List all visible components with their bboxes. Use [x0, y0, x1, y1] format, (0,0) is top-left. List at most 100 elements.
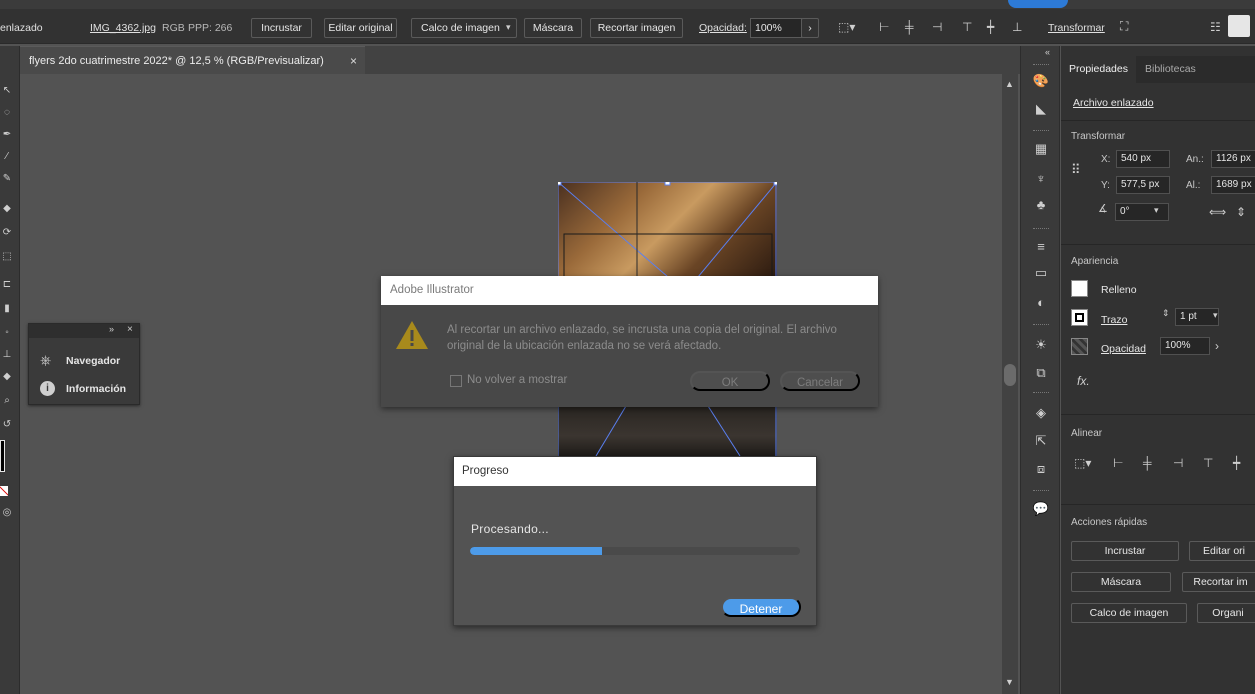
scroll-down-icon[interactable]: ▼ — [1005, 678, 1014, 687]
angle-dropdown-icon[interactable]: ▾ — [1154, 206, 1159, 215]
close-panel-icon[interactable]: × — [127, 325, 133, 335]
flip-horizontal-icon[interactable]: ⟺ — [1209, 206, 1226, 218]
linked-filename-link[interactable]: IMG_4362.jpg — [90, 22, 156, 34]
zoom-tool-icon[interactable]: ⌕ — [0, 394, 14, 408]
align-middle-icon[interactable]: ┿ — [987, 21, 994, 33]
align-top-icon[interactable]: ⊤ — [962, 21, 972, 33]
align-top-icon[interactable]: ⊤ — [1203, 457, 1213, 469]
tab-libraries[interactable]: Bibliotecas — [1137, 56, 1204, 83]
stroke-label[interactable]: Trazo — [1101, 314, 1127, 326]
opacity-label[interactable]: Opacidad — [1101, 343, 1146, 355]
opacity-chevron-icon[interactable]: › — [1215, 340, 1219, 352]
none-swatch[interactable] — [0, 486, 8, 496]
gradient-icon[interactable]: ▭ — [1031, 264, 1051, 282]
panel-item-info[interactable]: i Información — [29, 378, 139, 400]
quick-crop-button[interactable]: Recortar im — [1182, 572, 1255, 592]
tab-properties[interactable]: Propiedades — [1061, 56, 1136, 83]
rotate-tool-icon[interactable]: ⟳ — [0, 226, 14, 240]
fill-swatch[interactable] — [0, 440, 5, 472]
share-button[interactable] — [1008, 0, 1068, 8]
chevron-down-icon[interactable]: ▾ — [506, 23, 511, 32]
linked-image-top[interactable] — [558, 182, 777, 277]
layers-icon[interactable]: ◈ — [1031, 404, 1051, 422]
stroke-stepper-icon[interactable]: ⇕ — [1162, 309, 1170, 318]
transform-link[interactable]: Transformar — [1048, 22, 1105, 34]
appearance-icon[interactable]: ☀ — [1031, 336, 1051, 354]
panel-header[interactable]: » × — [29, 324, 139, 338]
quick-embed-button[interactable]: Incrustar — [1071, 541, 1179, 561]
artboard-tool-icon[interactable]: ⊥ — [0, 348, 14, 362]
transparency-icon[interactable]: ◐ — [1031, 294, 1051, 312]
expand-panels-icon[interactable]: « — [1045, 48, 1050, 57]
edit-original-button[interactable]: Editar original — [324, 18, 397, 38]
vertical-scrollbar[interactable]: ▲ ▼ — [1002, 74, 1018, 694]
image-trace-button[interactable]: Calco de imagen — [411, 18, 517, 38]
stroke-icon[interactable]: ≡ — [1031, 238, 1051, 256]
graphic-styles-icon[interactable]: ⧉ — [1031, 364, 1051, 382]
eraser-tool-icon[interactable]: ◆ — [0, 202, 14, 216]
shape-builder-tool-icon[interactable]: ⊏ — [0, 278, 14, 292]
x-field[interactable]: 540 px — [1116, 150, 1170, 168]
free-transform-tool-icon[interactable]: ⬚ — [0, 250, 14, 264]
align-vcenter-icon[interactable]: ┿ — [1233, 457, 1240, 469]
cancel-button[interactable]: Cancelar — [780, 371, 860, 391]
transform-options-icon[interactable]: ⛶ — [1120, 20, 1128, 32]
align-hcenter-icon[interactable]: ╪ — [1143, 457, 1152, 469]
crop-image-button[interactable]: Recortar imagen — [590, 18, 683, 38]
selection-tool-icon[interactable]: ↖ — [0, 84, 14, 98]
color-palette-icon[interactable]: 🎨 — [1031, 72, 1051, 90]
height-field[interactable]: 1689 px — [1211, 176, 1255, 194]
collapse-panel-icon[interactable]: » — [109, 325, 114, 334]
stop-button[interactable]: Detener — [721, 597, 801, 617]
scroll-up-icon[interactable]: ▲ — [1005, 80, 1014, 89]
stroke-dropdown-icon[interactable]: ▾ — [1213, 311, 1218, 320]
panel-item-navigator[interactable]: ⎈ Navegador — [29, 350, 139, 372]
comments-icon[interactable]: 💬 — [1031, 500, 1051, 518]
align-left-icon[interactable]: ⊢ — [1113, 457, 1123, 469]
fill-swatch[interactable] — [1071, 280, 1088, 297]
align-to-selection-icon[interactable]: ⬚▾ — [838, 21, 855, 33]
align-left-icon[interactable]: ⊢ — [879, 21, 889, 33]
width-field[interactable]: 1126 px — [1211, 150, 1255, 168]
stroke-swatch[interactable] — [1071, 309, 1088, 326]
gradient-guide-icon[interactable]: ◣ — [1031, 100, 1051, 118]
export-icon[interactable]: ⇱ — [1031, 432, 1051, 450]
quick-edit-original-button[interactable]: Editar ori — [1189, 541, 1255, 561]
flip-vertical-icon[interactable]: ⇕ — [1236, 206, 1246, 218]
panel-menu-icon[interactable]: ☷ — [1210, 21, 1221, 33]
swap-colors-icon[interactable]: ↺ — [0, 418, 14, 432]
lasso-tool-icon[interactable]: ◌ — [0, 106, 14, 120]
symbols-icon[interactable]: ♣ — [1031, 196, 1051, 214]
align-right-icon[interactable]: ⊣ — [932, 21, 942, 33]
graph-tool-icon[interactable]: ▮ — [0, 302, 14, 316]
align-bottom-icon[interactable]: ⊥ — [1012, 21, 1022, 33]
document-tab[interactable]: flyers 2do cuatrimestre 2022* @ 12,5 % (… — [20, 46, 365, 74]
quick-image-trace-button[interactable]: Calco de imagen — [1071, 603, 1187, 623]
mask-button[interactable]: Máscara — [524, 18, 582, 38]
curvature-tool-icon[interactable]: ∕ — [0, 150, 14, 164]
dont-show-again-checkbox[interactable] — [450, 375, 462, 387]
pencil-tool-icon[interactable]: ✎ — [0, 172, 14, 186]
swatches-icon[interactable]: ▦ — [1031, 140, 1051, 158]
scroll-thumb[interactable] — [1004, 364, 1016, 386]
hand-tool-icon[interactable]: ◆ — [0, 370, 14, 384]
opacity-input[interactable]: 100% — [750, 18, 802, 38]
brushes-icon[interactable]: ♆ — [1031, 170, 1051, 188]
align-to-icon[interactable]: ⬚▾ — [1074, 457, 1091, 469]
close-tab-icon[interactable]: × — [350, 54, 357, 68]
opacity-chevron-right-icon[interactable]: › — [801, 18, 819, 38]
opacity-field[interactable]: 100% — [1160, 337, 1210, 355]
pen-tool-icon[interactable]: ✒ — [0, 128, 14, 142]
artboards-icon[interactable]: ⧈ — [1031, 460, 1051, 478]
y-field[interactable]: 577,5 px — [1116, 176, 1170, 194]
align-center-icon[interactable]: ╪ — [905, 21, 914, 33]
align-right-icon[interactable]: ⊣ — [1173, 457, 1183, 469]
embed-button[interactable]: Incrustar — [251, 18, 312, 38]
quick-mask-button[interactable]: Máscara — [1071, 572, 1171, 592]
drawing-mode-icon[interactable]: ◎ — [0, 506, 14, 520]
quick-organize-button[interactable]: Organi — [1197, 603, 1255, 623]
ok-button[interactable]: OK — [690, 371, 770, 391]
angle-field[interactable]: 0° — [1115, 203, 1169, 221]
slice-tool-icon[interactable]: ◦ — [0, 326, 14, 340]
reference-point-icon[interactable]: ⠿ — [1071, 163, 1081, 176]
